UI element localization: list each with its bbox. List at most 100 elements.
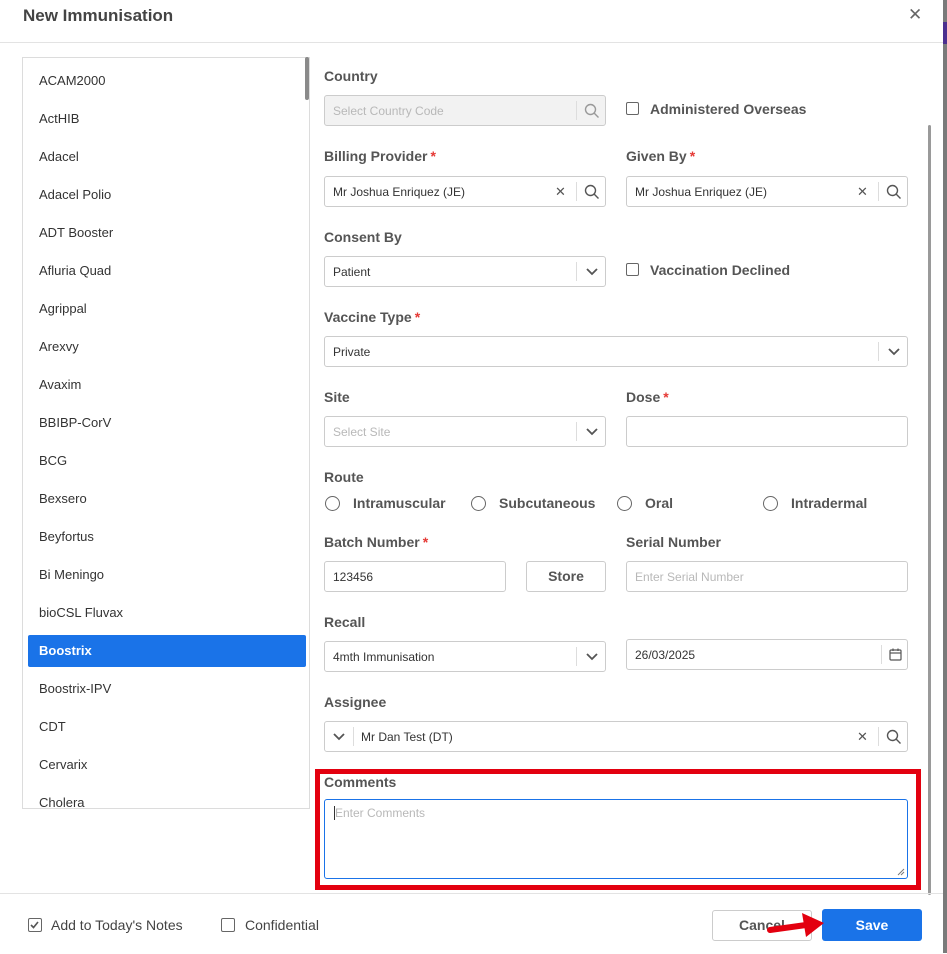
backdrop-accent <box>943 22 947 44</box>
country-placeholder: Select Country Code <box>333 104 444 118</box>
confidential-checkbox[interactable] <box>221 918 235 932</box>
vaccine-list-item[interactable]: bioCSL Fluvax <box>28 597 306 629</box>
recall-select[interactable]: 4mth Immunisation <box>324 641 606 672</box>
dose-label-text: Dose <box>626 389 661 405</box>
store-button[interactable]: Store <box>526 561 606 592</box>
vaccine-list-item[interactable]: Boostrix-IPV <box>28 673 306 705</box>
vaccine-list-item[interactable]: Bi Meningo <box>28 559 306 591</box>
clear-icon[interactable]: ✕ <box>857 184 868 200</box>
vaccine-list-item[interactable]: Agrippal <box>28 293 306 325</box>
calendar-icon[interactable] <box>882 640 908 669</box>
assignee-field[interactable]: Mr Dan Test (DT) ✕ <box>324 721 908 752</box>
site-select[interactable]: Select Site <box>324 416 606 447</box>
search-icon[interactable] <box>879 722 908 751</box>
route-label-oral: Oral <box>645 495 674 511</box>
vaccine-list-item[interactable]: BBIBP-CorV <box>28 407 306 439</box>
add-to-notes-checkbox[interactable] <box>28 918 42 932</box>
administered-overseas-checkbox[interactable] <box>626 102 639 115</box>
vaccine-list-item[interactable]: ADT Booster <box>28 217 306 249</box>
vaccine-type-label-text: Vaccine Type <box>324 309 412 325</box>
search-icon[interactable] <box>577 177 606 206</box>
search-icon[interactable] <box>577 96 606 125</box>
billing-provider-field[interactable]: Mr Joshua Enriquez (JE) ✕ <box>324 176 606 207</box>
dose-input[interactable] <box>626 416 908 447</box>
recall-label: Recall <box>324 614 366 630</box>
backdrop-edge <box>943 0 947 953</box>
route-label-intramuscular: Intramuscular <box>353 495 446 511</box>
chevron-down-icon[interactable] <box>577 417 606 446</box>
required-mark: * <box>689 148 696 164</box>
chevron-down-icon[interactable] <box>879 337 908 366</box>
chevron-down-icon[interactable] <box>577 642 606 671</box>
route-label-subcutaneous: Subcutaneous <box>499 495 596 511</box>
vaccine-list-scrollbar[interactable] <box>305 57 309 100</box>
assignee-value: Mr Dan Test (DT) <box>361 730 453 744</box>
assignee-label: Assignee <box>324 694 387 710</box>
chevron-down-icon[interactable] <box>577 257 606 286</box>
route-label-intradermal: Intradermal <box>791 495 868 511</box>
serial-number-label: Serial Number <box>626 534 721 550</box>
dialog-header: New Immunisation ✕ <box>0 0 943 43</box>
route-radio-intradermal[interactable] <box>763 496 778 511</box>
site-label: Site <box>324 389 350 405</box>
vaccine-list-item[interactable]: Adacel Polio <box>28 179 306 211</box>
required-mark: * <box>422 534 429 550</box>
route-radio-intramuscular[interactable] <box>325 496 340 511</box>
vaccine-list-item[interactable]: Beyfortus <box>28 521 306 553</box>
vaccination-declined-label: Vaccination Declined <box>650 262 791 278</box>
annotation-highlight-box <box>315 769 921 890</box>
route-radio-oral[interactable] <box>617 496 632 511</box>
clear-icon[interactable]: ✕ <box>555 184 566 200</box>
given-by-field[interactable]: Mr Joshua Enriquez (JE) ✕ <box>626 176 908 207</box>
required-mark: * <box>430 148 436 164</box>
vaccine-type-select[interactable]: Private <box>324 336 908 367</box>
form-scrollbar[interactable] <box>928 125 931 895</box>
batch-number-input[interactable]: 123456 <box>324 561 506 592</box>
country-select[interactable]: Select Country Code <box>324 95 606 126</box>
vaccine-type-value: Private <box>333 345 371 359</box>
batch-number-label: Batch Number * <box>324 534 428 550</box>
search-icon[interactable] <box>879 177 908 206</box>
billing-provider-label: Billing Provider * <box>324 148 436 164</box>
route-label: Route <box>324 469 364 485</box>
vaccination-declined-checkbox[interactable] <box>626 263 639 276</box>
consent-by-select[interactable]: Patient <box>324 256 606 287</box>
vaccine-list-item[interactable]: CDT <box>28 711 306 743</box>
vaccine-list-item[interactable]: ActHIB <box>28 103 306 135</box>
vaccine-list-item[interactable]: Avaxim <box>28 369 306 401</box>
vaccine-list-item[interactable]: ACAM2000 <box>28 65 306 97</box>
vaccine-list-item[interactable]: Afluria Quad <box>28 255 306 287</box>
batch-number-label-text: Batch Number <box>324 534 420 550</box>
recall-date-input[interactable]: 26/03/2025 <box>626 639 908 670</box>
clear-icon[interactable]: ✕ <box>857 729 868 745</box>
route-radio-subcutaneous[interactable] <box>471 496 486 511</box>
new-immunisation-dialog: New Immunisation ✕ ACAM2000 ActHIB Adacel A… <box>0 0 943 953</box>
add-to-notes-label: Add to Today's Notes <box>51 917 183 933</box>
annotation-arrow-icon <box>767 913 824 937</box>
confidential-label: Confidential <box>245 917 319 933</box>
required-mark: * <box>414 309 421 325</box>
vaccine-list-item[interactable]: Bexsero <box>28 483 306 515</box>
country-label: Country <box>324 68 378 84</box>
given-by-label-text: Given By <box>626 148 687 164</box>
close-icon[interactable]: ✕ <box>908 5 922 25</box>
serial-number-input[interactable]: Enter Serial Number <box>626 561 908 592</box>
batch-number-value: 123456 <box>333 570 374 584</box>
serial-number-placeholder: Enter Serial Number <box>635 570 744 584</box>
vaccine-list-item[interactable]: BCG <box>28 445 306 477</box>
vaccine-list-item[interactable]: Cervarix <box>28 749 306 781</box>
vaccine-list-item[interactable]: Arexvy <box>28 331 306 363</box>
vaccine-list-item[interactable]: Adacel <box>28 141 306 173</box>
vaccine-list-item[interactable]: Cholera <box>28 787 306 808</box>
chevron-down-icon[interactable] <box>325 722 353 751</box>
consent-by-value: Patient <box>333 265 371 279</box>
recall-date-value: 26/03/2025 <box>635 648 696 662</box>
given-by-label: Given By * <box>626 148 695 164</box>
save-button[interactable]: Save <box>822 909 922 941</box>
required-mark: * <box>663 389 669 405</box>
vaccine-list-item[interactable]: Boostrix <box>28 635 306 667</box>
vaccine-list[interactable]: ACAM2000 ActHIB Adacel Adacel Polio ADT Boos… <box>22 57 310 809</box>
recall-value: 4mth Immunisation <box>333 650 435 664</box>
billing-provider-label-text: Billing Provider <box>324 148 428 164</box>
consent-by-label: Consent By <box>324 229 402 245</box>
